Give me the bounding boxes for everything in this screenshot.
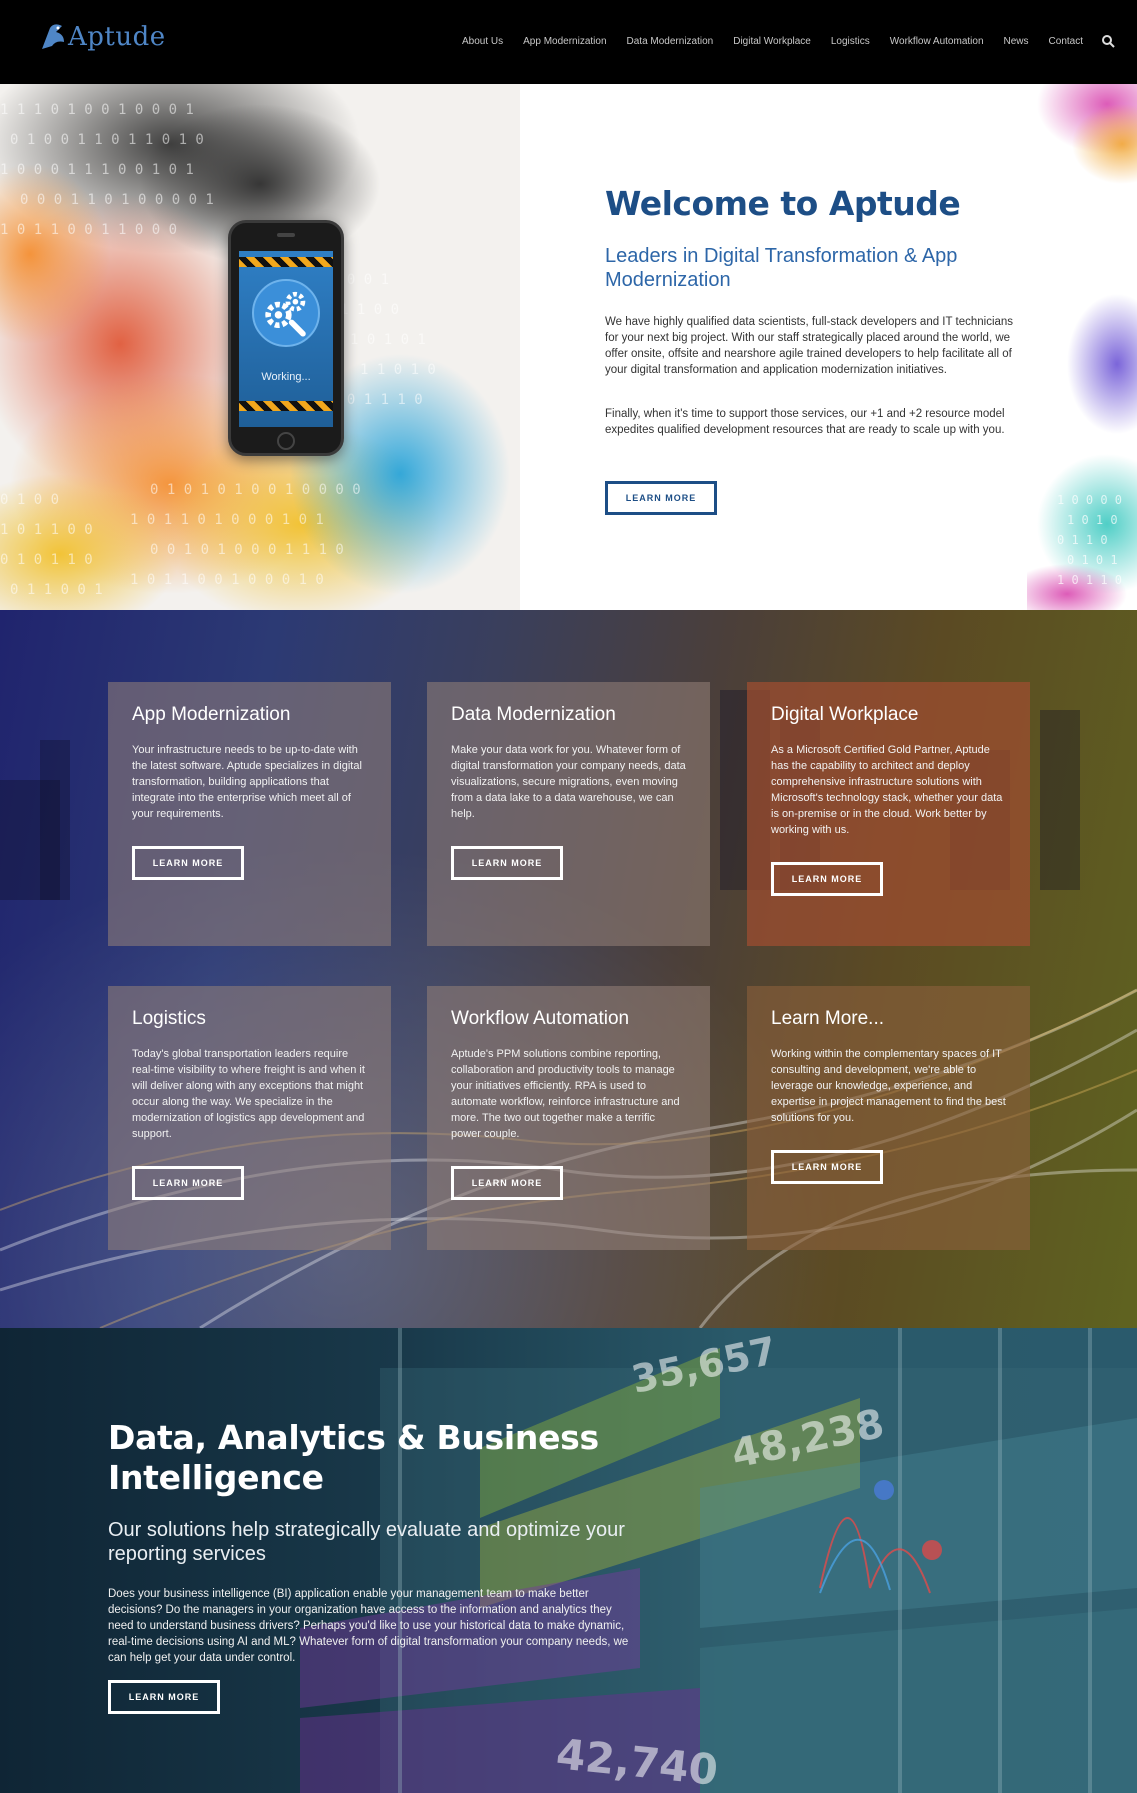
hazard-stripe-top <box>239 257 333 267</box>
svg-text:0 1 0 0 1 1 0 1 1 0 1 0: 0 1 0 0 1 1 0 1 1 0 1 0 <box>10 132 204 148</box>
svg-text:1 0 0 0 1 1 1 0 0 1 0 1: 1 0 0 0 1 1 1 0 0 1 0 1 <box>0 162 194 178</box>
site-header: Aptude About Us App Modernization Data M… <box>0 0 1137 84</box>
gears-icon <box>265 291 306 337</box>
main-nav: About Us App Modernization Data Moderniz… <box>442 34 1115 48</box>
logo-text: Aptude <box>68 22 166 52</box>
svg-text:1 0 0 0 0: 1 0 0 0 0 <box>1057 493 1122 507</box>
svg-text:1 0 1 1 0 0 1 0 0 0 1 0: 1 0 1 1 0 0 1 0 0 0 1 0 <box>130 572 324 588</box>
phone-screen: Working... <box>239 251 333 427</box>
card-title: Digital Workplace <box>771 704 919 725</box>
hero-paragraph-1: We have highly qualified data scientists… <box>605 316 1014 376</box>
bi-section: 35,657 48,238 42,740 Data, Analytics & B… <box>0 1328 1137 1793</box>
bird-logo-icon <box>42 24 64 49</box>
card-title: Logistics <box>132 1008 206 1029</box>
nav-app-modernization[interactable]: App Modernization <box>523 36 606 47</box>
nav-news[interactable]: News <box>1004 36 1029 47</box>
svg-text:1 0 1 0: 1 0 1 0 <box>1067 513 1118 527</box>
card-body: Today's global transportation leaders re… <box>132 1048 365 1140</box>
bi-learn-more-button[interactable]: LEARN MORE <box>108 1680 220 1714</box>
svg-text:1 1 0 1 0: 1 1 0 1 0 <box>360 362 436 378</box>
card-app-modernization: App Modernization Your infrastructure ne… <box>108 682 391 946</box>
card-data-modernization: Data Modernization Make your data work f… <box>427 682 710 946</box>
learn-more-button[interactable]: LEARN MORE <box>132 846 244 880</box>
phone-gears <box>252 279 320 347</box>
svg-text:1 1 1 0 1 0 0 1 0 0 0 1: 1 1 1 0 1 0 0 1 0 0 0 1 <box>0 102 194 118</box>
bi-subtitle: Our solutions help strategically evaluat… <box>108 1519 625 1565</box>
nav-data-modernization[interactable]: Data Modernization <box>627 36 714 47</box>
phone-illustration: Working... <box>228 220 344 456</box>
hero-paragraph-2: Finally, when it's time to support those… <box>605 408 1005 436</box>
card-body: Your infrastructure needs to be up-to-da… <box>132 744 362 820</box>
svg-text:0 1 0 1: 0 1 0 1 <box>1067 553 1118 567</box>
nav-about-us[interactable]: About Us <box>462 36 503 47</box>
phone-working-text: Working... <box>261 371 311 383</box>
hero-title: Welcome to Aptude <box>605 184 961 223</box>
card-body: Make your data work for you. Whatever fo… <box>451 744 686 820</box>
svg-text:1 0 1 1 0 0 1 1 0 0 0: 1 0 1 1 0 0 1 1 0 0 0 <box>0 222 177 238</box>
learn-more-button[interactable]: LEARN MORE <box>451 846 563 880</box>
svg-text:0 1 0 0: 0 1 0 0 <box>0 492 59 508</box>
svg-text:1 1 0 0: 1 1 0 0 <box>340 302 399 318</box>
bi-paragraph: Does your business intelligence (BI) app… <box>108 1588 629 1664</box>
hero-ink-art-right: 1 0 0 0 0 1 0 1 0 0 1 1 0 0 1 0 1 1 0 1 … <box>1027 84 1137 610</box>
phone-home-button <box>277 432 295 450</box>
nav-logistics[interactable]: Logistics <box>831 36 870 47</box>
search-icon[interactable] <box>1101 34 1115 48</box>
card-title: Data Modernization <box>451 704 616 725</box>
card-title: Workflow Automation <box>451 1008 630 1029</box>
bi-title: Data, Analytics & Business Intelligence <box>108 1418 599 1497</box>
card-body: Working within the complementary spaces … <box>771 1048 1006 1124</box>
card-title: Learn More... <box>771 1008 884 1029</box>
learn-more-button[interactable]: LEARN MORE <box>451 1166 563 1200</box>
card-digital-workplace: Digital Workplace As a Microsoft Certifi… <box>747 682 1030 946</box>
services-section: App Modernization Your infrastructure ne… <box>0 610 1137 1328</box>
phone-camera <box>277 233 295 237</box>
card-workflow-automation: Workflow Automation Aptude's PPM solutio… <box>427 986 710 1250</box>
hero-subtitle: Leaders in Digital Transformation & App … <box>605 245 958 291</box>
hero-section: 1 1 1 0 1 0 0 1 0 0 0 1 0 1 0 0 1 1 0 1 … <box>0 84 1137 610</box>
svg-text:0 1 0 1 0 1 0 0 1 0 0 0 0: 0 1 0 1 0 1 0 0 1 0 0 0 0 <box>150 482 361 498</box>
hazard-stripe-bottom <box>239 401 333 411</box>
hero-learn-more-button[interactable]: LEARN MORE <box>605 481 717 515</box>
card-logistics: Logistics Today's global transportation … <box>108 986 391 1250</box>
card-body: Aptude's PPM solutions combine reporting… <box>451 1048 680 1140</box>
card-learn-more: Learn More... Working within the complem… <box>747 986 1030 1250</box>
svg-text:1 0 1 0 1: 1 0 1 0 1 <box>350 332 426 348</box>
svg-text:1 0 1 1 0 1 0 0 0 1 0 1: 1 0 1 1 0 1 0 0 0 1 0 1 <box>130 512 324 528</box>
card-title: App Modernization <box>132 704 291 725</box>
svg-text:0 0 1 0 1 0 0 0 1 1 1 0: 0 0 1 0 1 0 0 0 1 1 1 0 <box>150 542 344 558</box>
svg-text:0 0 0 1 1 0 1 0 0 0 0 1: 0 0 0 1 1 0 1 0 0 0 0 1 <box>20 192 214 208</box>
learn-more-button[interactable]: LEARN MORE <box>771 862 883 896</box>
svg-text:1 0 1 1 0: 1 0 1 1 0 <box>1057 573 1122 587</box>
nav-digital-workplace[interactable]: Digital Workplace <box>733 36 811 47</box>
svg-text:0 1 0 1 1 0: 0 1 0 1 1 0 <box>0 552 93 568</box>
learn-more-button[interactable]: LEARN MORE <box>132 1166 244 1200</box>
svg-text:1 0 1 1 0 0: 1 0 1 1 0 0 <box>0 522 93 538</box>
nav-contact[interactable]: Contact <box>1049 36 1083 47</box>
learn-more-button[interactable]: LEARN MORE <box>771 1150 883 1184</box>
svg-text:0 1 1 0: 0 1 1 0 <box>1057 533 1108 547</box>
card-body: As a Microsoft Certified Gold Partner, A… <box>771 744 1003 836</box>
aptude-logo[interactable]: Aptude <box>40 22 166 52</box>
svg-text:0 1 1 0 0 1: 0 1 1 0 0 1 <box>10 582 103 598</box>
nav-workflow-automation[interactable]: Workflow Automation <box>890 36 984 47</box>
